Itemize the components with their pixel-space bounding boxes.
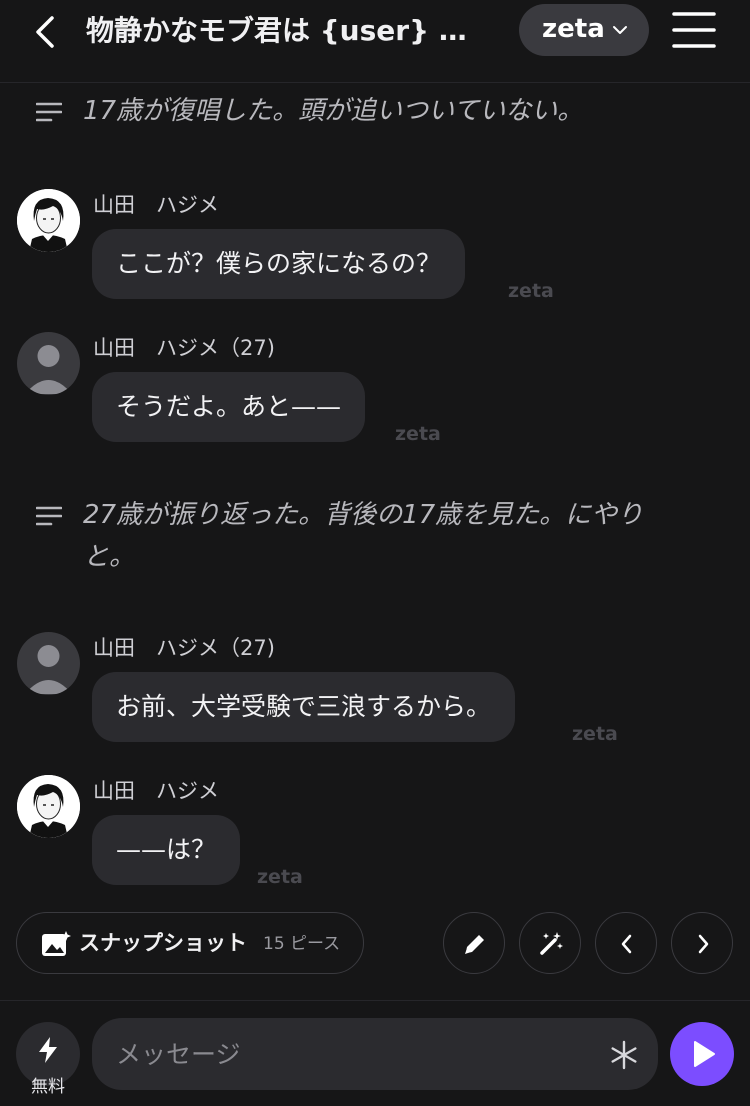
character-portrait-image [17, 775, 80, 838]
character-portrait-image [17, 189, 80, 252]
back-button[interactable] [26, 12, 66, 52]
previous-button[interactable] [595, 912, 657, 974]
magic-button[interactable] [519, 912, 581, 974]
narration-text: 17歳が復唱した。頭が追いついていない。 [83, 96, 584, 126]
edit-button[interactable] [443, 912, 505, 974]
brand-tag: zeta [572, 723, 618, 745]
hamburger-menu-icon [672, 12, 716, 48]
character-avatar[interactable] [17, 632, 80, 695]
send-button[interactable] [670, 1022, 734, 1086]
message-bubble[interactable]: お前、大学受験で三浪するから。 [92, 672, 516, 742]
chevron-down-icon [613, 26, 627, 34]
brand-switcher-button[interactable]: zeta [519, 4, 649, 56]
chevron-left-icon [621, 934, 632, 954]
sender-name: 山田 ハジメ [93, 779, 219, 803]
message-bubble[interactable]: ——は？ [92, 815, 241, 885]
brand-tag: zeta [257, 866, 303, 888]
message-bubble[interactable]: ここが？僕らの家になるの？ [92, 229, 466, 299]
asterisk-icon [611, 1040, 637, 1070]
play-icon [694, 1041, 715, 1067]
snapshot-count: 15 ピース [263, 934, 341, 954]
character-avatar[interactable] [17, 189, 80, 252]
message-bubble[interactable]: そうだよ。あと—— [92, 372, 366, 442]
chevron-left-icon [36, 16, 54, 48]
sender-name: 山田 ハジメ（27) [93, 336, 275, 360]
next-button[interactable] [671, 912, 733, 974]
lightning-icon [39, 1037, 57, 1063]
composer-divider [0, 1000, 750, 1001]
boost-label: 無料 [31, 1077, 65, 1097]
narration-text: 27歳が振り返った。背後の17歳を見た。にやりと。 [83, 500, 644, 572]
brand-label: zeta [542, 14, 605, 44]
chevron-right-icon [698, 934, 709, 954]
default-user-icon [25, 645, 72, 694]
snapshot-button[interactable]: スナップショット 15 ピース [16, 912, 364, 974]
magic-wand-icon [540, 932, 563, 955]
text-lines-icon [36, 506, 62, 526]
pencil-icon [465, 935, 484, 954]
brand-tag: zeta [508, 280, 554, 302]
sender-name: 山田 ハジメ（27) [93, 636, 275, 660]
sender-name: 山田 ハジメ [93, 193, 219, 217]
text-lines-icon [36, 102, 62, 122]
image-sparkle-icon [42, 931, 71, 956]
snapshot-label: スナップショット [79, 931, 247, 955]
character-avatar[interactable] [17, 775, 80, 838]
character-avatar[interactable] [17, 332, 80, 395]
menu-button[interactable] [672, 10, 716, 50]
brand-tag: zeta [395, 423, 441, 445]
message-input[interactable] [92, 1018, 658, 1090]
asterisk-button[interactable] [608, 1039, 640, 1071]
chat-title: 物静かなモブ君は {user} … [86, 14, 467, 47]
default-user-icon [25, 345, 72, 394]
top-bar: 物静かなモブ君は {user} … zeta [0, 0, 750, 83]
